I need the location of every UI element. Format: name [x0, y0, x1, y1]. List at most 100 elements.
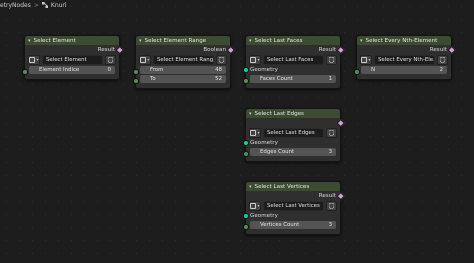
- field-value: 48: [215, 67, 222, 73]
- node-group-browse-button[interactable]: ▾: [249, 200, 261, 211]
- node-title: Select Last Faces: [254, 37, 303, 44]
- node-group-icon: [29, 56, 36, 63]
- from-field[interactable]: From 48: [140, 66, 226, 74]
- geometry-socket[interactable]: [243, 213, 249, 219]
- element-indice-field[interactable]: Element Indice 0: [29, 66, 115, 74]
- collapse-icon[interactable]: ▾: [249, 111, 252, 117]
- node-header[interactable]: ▾ Select Element: [25, 36, 119, 45]
- node-group-name-field[interactable]: Select Every Nth-Ele...: [374, 54, 435, 65]
- node-group-icon: [250, 129, 257, 136]
- group-selector: ▾ Select Last Edges: [246, 127, 340, 138]
- field-label: N: [371, 67, 376, 73]
- collapse-icon[interactable]: ▾: [249, 38, 252, 44]
- field-label: Faces Count: [260, 76, 293, 82]
- output-boolean: Boolean: [136, 45, 235, 54]
- field-label: Edges Count: [260, 149, 295, 155]
- fake-user-button[interactable]: [216, 54, 227, 65]
- node-header[interactable]: ▾ Select Element Range: [136, 36, 230, 45]
- integer-socket[interactable]: [243, 78, 249, 84]
- node-editor-canvas[interactable]: etryNodes > Knurl ▾ Select Element Resul…: [0, 0, 474, 263]
- node-select-element[interactable]: ▾ Select Element Result ▾ Select Element…: [22, 35, 124, 80]
- output-label: Result: [97, 46, 115, 53]
- node-group-browse-button[interactable]: ▾: [360, 54, 372, 65]
- node-select-last-edges[interactable]: ▾ Select Last Edges ▾ Select Last Edges …: [243, 108, 345, 162]
- geometry-socket[interactable]: [243, 67, 249, 73]
- vertices-count-field[interactable]: Vertices Count 3: [250, 221, 336, 229]
- node-group-name-field[interactable]: Select Last Vertices: [263, 200, 324, 211]
- input-label: Geometry: [250, 139, 278, 146]
- n-field[interactable]: N 2: [361, 66, 447, 74]
- node-group-browse-button[interactable]: ▾: [249, 127, 261, 138]
- node-select-last-faces[interactable]: ▾ Select Last Faces Result ▾ Select Last…: [243, 35, 345, 89]
- field-value: 2: [439, 67, 443, 73]
- node-group-icon: [250, 56, 257, 63]
- node-group-icon: [250, 202, 257, 209]
- input-label: Geometry: [250, 66, 278, 73]
- fake-user-button[interactable]: [326, 54, 337, 65]
- node-group-browse-button[interactable]: ▾: [139, 54, 151, 65]
- boolean-socket[interactable]: [336, 45, 345, 54]
- output-label: Boolean: [203, 46, 226, 53]
- node-title: Select Last Vertices: [254, 183, 310, 190]
- node-title: Select Element Range: [144, 37, 207, 44]
- to-field[interactable]: To 52: [140, 75, 226, 83]
- boolean-socket[interactable]: [226, 45, 235, 54]
- node-header[interactable]: ▾ Select Last Vertices: [246, 182, 340, 191]
- field-label: Vertices Count: [260, 222, 300, 228]
- node-header[interactable]: ▾ Select Last Faces: [246, 36, 340, 45]
- boolean-socket[interactable]: [447, 45, 456, 54]
- node-select-every-nth-element[interactable]: ▾ Select Every Nth-Element Result ▾ Sele…: [354, 35, 456, 80]
- fake-user-button[interactable]: [105, 54, 116, 65]
- node-group-label[interactable]: Knurl: [51, 2, 67, 9]
- boolean-socket[interactable]: [336, 118, 345, 127]
- collapse-icon[interactable]: ▾: [139, 38, 142, 44]
- node-group-name-field[interactable]: Select Last Faces: [263, 54, 324, 65]
- collapse-icon[interactable]: ▾: [28, 38, 31, 44]
- output-result: Result: [246, 45, 345, 54]
- field-value: 1: [328, 76, 332, 82]
- input-geometry: Geometry: [243, 211, 340, 220]
- integer-socket[interactable]: [22, 69, 28, 75]
- shield-icon: [329, 129, 334, 136]
- integer-socket[interactable]: [133, 78, 139, 84]
- node-group-browse-button[interactable]: ▾: [249, 54, 261, 65]
- output-label: Result: [429, 46, 447, 53]
- fake-user-button[interactable]: [326, 200, 337, 211]
- integer-socket[interactable]: [354, 69, 360, 75]
- node-header[interactable]: ▾ Select Last Edges: [246, 109, 340, 118]
- fake-user-button[interactable]: [326, 127, 337, 138]
- output-result: Result: [246, 191, 345, 200]
- field-label: From: [150, 67, 164, 73]
- node-tree-icon: [41, 2, 48, 8]
- shield-icon: [329, 56, 334, 63]
- integer-socket[interactable]: [243, 224, 249, 230]
- collapse-icon[interactable]: ▾: [249, 184, 252, 190]
- breadcrumb: etryNodes > Knurl: [0, 0, 67, 10]
- group-selector: ▾ Select Element: [25, 54, 119, 65]
- faces-count-field[interactable]: Faces Count 1: [250, 75, 336, 83]
- geometry-socket[interactable]: [243, 140, 249, 146]
- node-title: Select Every Nth-Element: [365, 37, 438, 44]
- node-select-element-range[interactable]: ▾ Select Element Range Boolean ▾ Select …: [133, 35, 235, 89]
- output-label: Result: [318, 192, 336, 199]
- node-header[interactable]: ▾ Select Every Nth-Element: [357, 36, 451, 45]
- node-group-browse-button[interactable]: ▾: [28, 54, 40, 65]
- output-result: Result: [25, 45, 124, 54]
- shield-icon: [329, 202, 334, 209]
- shield-icon: [108, 56, 113, 63]
- node-tree-label[interactable]: etryNodes: [0, 2, 31, 9]
- edges-count-field[interactable]: Edges Count 3: [250, 148, 336, 156]
- fake-user-button[interactable]: [437, 54, 448, 65]
- boolean-socket[interactable]: [336, 191, 345, 200]
- group-selector: ▾ Select Element Range: [136, 54, 230, 65]
- node-select-last-vertices[interactable]: ▾ Select Last Vertices Result ▾ Select L…: [243, 181, 345, 235]
- integer-socket[interactable]: [243, 151, 249, 157]
- node-group-name-field[interactable]: Select Last Edges: [263, 127, 324, 138]
- boolean-socket[interactable]: [115, 45, 124, 54]
- breadcrumb-separator: >: [33, 1, 39, 9]
- output-result: Result: [357, 45, 456, 54]
- node-group-name-field[interactable]: Select Element: [42, 54, 103, 65]
- collapse-icon[interactable]: ▾: [360, 38, 363, 44]
- group-selector: ▾ Select Last Faces: [246, 54, 340, 65]
- node-group-name-field[interactable]: Select Element Range: [153, 54, 214, 65]
